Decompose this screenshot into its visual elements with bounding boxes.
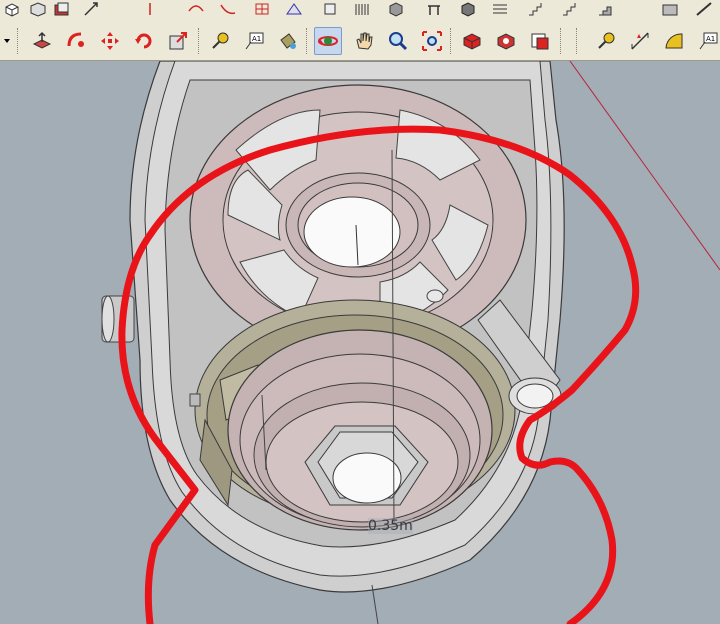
- tree-icon[interactable]: [490, 0, 510, 18]
- arc-icon[interactable]: [186, 0, 206, 18]
- small-bolt: [189, 393, 201, 407]
- brick-icon[interactable]: [660, 0, 680, 18]
- book-icon[interactable]: [284, 0, 304, 18]
- grid-icon[interactable]: [252, 0, 272, 18]
- model-scene: [101, 61, 720, 624]
- tape-measure-alt-icon[interactable]: [592, 27, 620, 55]
- solid-icon[interactable]: [458, 0, 478, 18]
- pan-icon[interactable]: [350, 27, 378, 55]
- stairs-alt-icon[interactable]: [560, 0, 580, 18]
- rotate-icon[interactable]: [130, 27, 158, 55]
- top-toolbar: [0, 0, 720, 23]
- tape-measure-icon[interactable]: [206, 27, 234, 55]
- dimension-icon[interactable]: [626, 27, 654, 55]
- push-pull-icon[interactable]: [28, 27, 56, 55]
- toolbar-dropdown-icon[interactable]: [0, 34, 14, 48]
- table-icon[interactable]: [424, 0, 444, 18]
- axes-icon[interactable]: A1: [694, 27, 720, 55]
- box-open-icon[interactable]: [28, 0, 48, 18]
- scale-icon[interactable]: [164, 27, 192, 55]
- stairs-fill-icon[interactable]: [596, 0, 616, 18]
- styles-icon[interactable]: [526, 27, 554, 55]
- stairs-icon[interactable]: [526, 0, 546, 18]
- text-icon-label: A1: [252, 35, 261, 43]
- move-icon[interactable]: [96, 27, 124, 55]
- toolbar-separator: [306, 28, 309, 54]
- side-pin: [101, 295, 135, 343]
- dimension-label: 0.35m: [368, 518, 413, 534]
- model-viewport[interactable]: 0.35m: [0, 61, 720, 624]
- toolbar-separator: [17, 28, 20, 54]
- lower-guide-line: [371, 584, 379, 624]
- curve-icon[interactable]: [218, 0, 238, 18]
- components-icon[interactable]: [458, 27, 486, 55]
- main-toolbar: A1 A1: [0, 22, 720, 61]
- toolbar-separator: [576, 28, 579, 54]
- wall-icon[interactable]: [694, 0, 714, 18]
- toolbar-separator: [198, 28, 201, 54]
- shape-icon[interactable]: [320, 0, 340, 18]
- materials-icon[interactable]: [492, 27, 520, 55]
- box-icon[interactable]: [2, 0, 22, 18]
- line-icon[interactable]: [140, 0, 160, 18]
- red-axis-line: [569, 61, 720, 271]
- follow-me-icon[interactable]: [62, 27, 90, 55]
- paint-bucket-icon[interactable]: [274, 27, 302, 55]
- text-icon[interactable]: A1: [240, 27, 268, 55]
- orbit-icon[interactable]: [314, 27, 342, 55]
- protractor-icon[interactable]: [660, 27, 688, 55]
- cube-icon[interactable]: [386, 0, 406, 18]
- cylinder-icon[interactable]: [352, 0, 372, 18]
- zoom-extents-icon[interactable]: [418, 27, 446, 55]
- rotate-view-icon[interactable]: [82, 0, 102, 18]
- zoom-icon[interactable]: [384, 27, 412, 55]
- folder-icon[interactable]: [52, 0, 72, 18]
- toolbar-separator: [450, 28, 453, 54]
- toolbar-separator: [560, 28, 563, 54]
- axes-icon-label: A1: [706, 35, 715, 43]
